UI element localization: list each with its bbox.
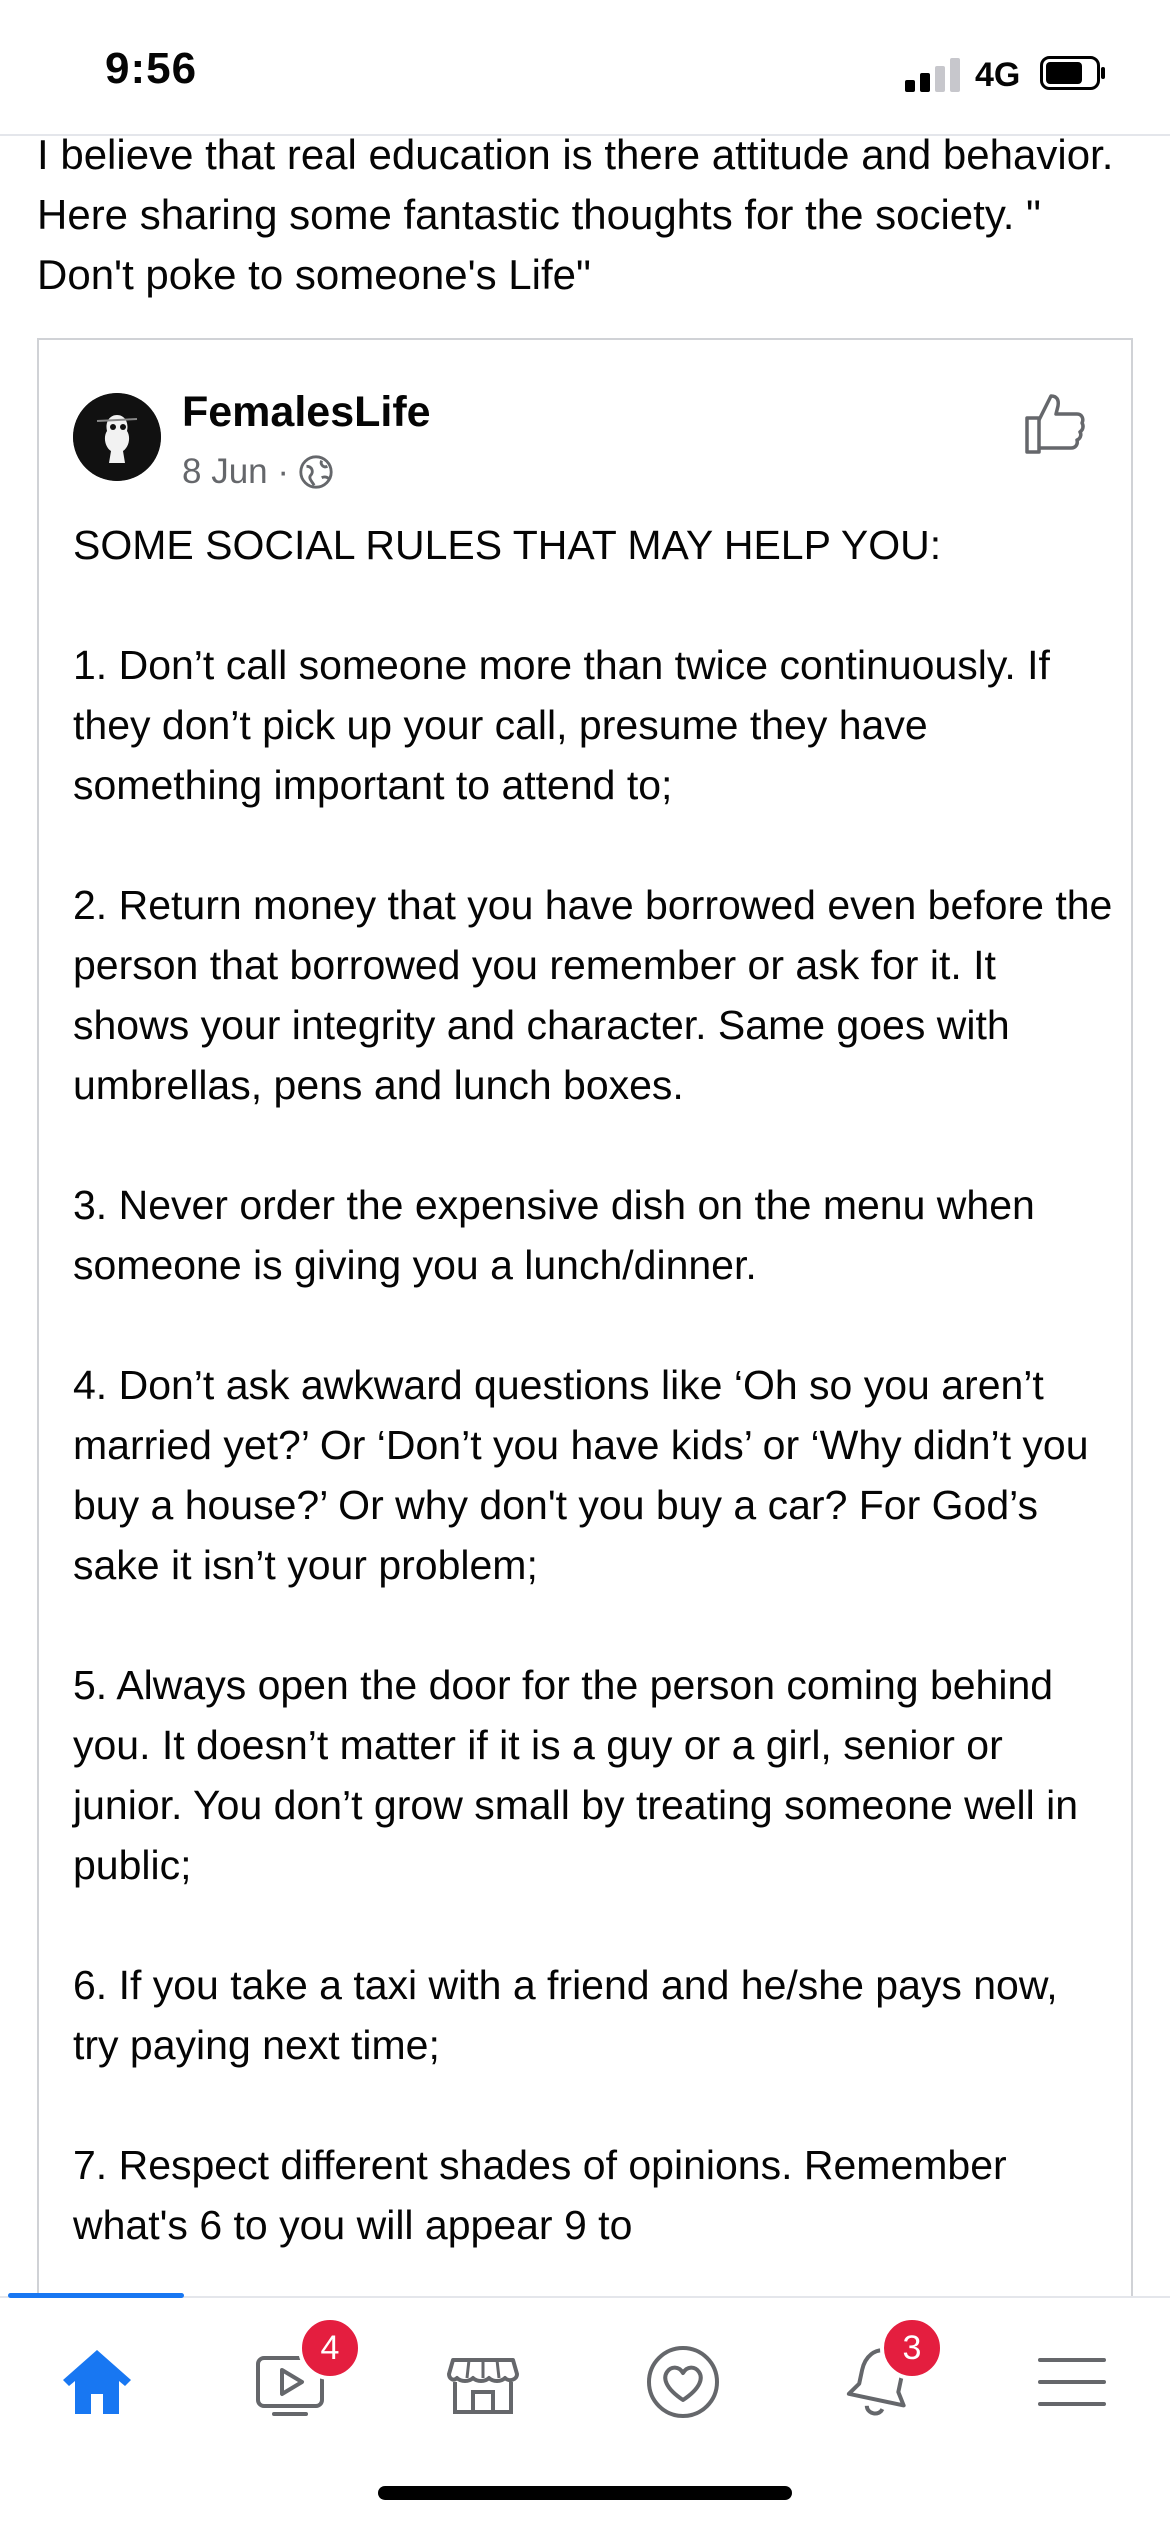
home-icon [63,2350,131,2414]
hamburger-menu-icon [1038,2358,1106,2406]
post-paragraph: 5. Always open the door for the person c… [73,1662,1079,1888]
tab-dating[interactable] [618,2322,748,2452]
tab-marketplace[interactable] [418,2322,548,2452]
post-caption: I believe that real education is there a… [37,131,1114,298]
post-body: SOME SOCIAL RULES THAT MAY HELP YOU: 1. … [73,515,1113,2315]
tab-menu[interactable] [1007,2322,1137,2452]
post-paragraph: SOME SOCIAL RULES THAT MAY HELP YOU: [73,522,942,568]
tab-home[interactable] [32,2322,162,2452]
post-paragraph: 6. If you take a taxi with a friend and … [73,1962,1058,2068]
page-logo-icon [73,393,161,481]
tab-notifications[interactable]: 3 [815,2316,945,2452]
shared-post-card[interactable]: FemalesLife 8 Jun · SOME SOCIAL RULES TH… [37,338,1133,2348]
globe-icon [299,455,333,489]
post-paragraph: 7. Respect different shades of opinions.… [73,2142,1007,2248]
post-paragraph: 2. Return money that you have borrowed e… [73,882,1113,1108]
status-bar: 9:56 4G [0,0,1170,136]
avatar[interactable] [73,393,161,481]
notifications-badge: 3 [880,2316,944,2380]
network-type: 4G [975,56,1021,94]
cellular-signal-icon [905,58,961,92]
active-tab-indicator [8,2293,184,2298]
post-paragraph: 4. Don’t ask awkward questions like ‘Oh … [73,1362,1089,1588]
post-date: 8 Jun · [182,452,289,491]
marketplace-icon [447,2358,519,2414]
post-paragraph: 1. Don’t call someone more than twice co… [73,642,1050,808]
post-paragraph: 3. Never order the expensive dish on the… [73,1182,1035,1288]
battery-icon [1040,56,1105,90]
tab-watch[interactable]: 4 [225,2316,362,2452]
post-author[interactable]: FemalesLife [182,388,431,437]
post-meta: 8 Jun · [182,452,335,492]
home-indicator[interactable] [378,2486,792,2500]
video-badge: 4 [298,2316,362,2380]
status-time: 9:56 [105,44,198,93]
dating-heart-icon [647,2346,719,2418]
like-icon[interactable] [1021,390,1087,456]
